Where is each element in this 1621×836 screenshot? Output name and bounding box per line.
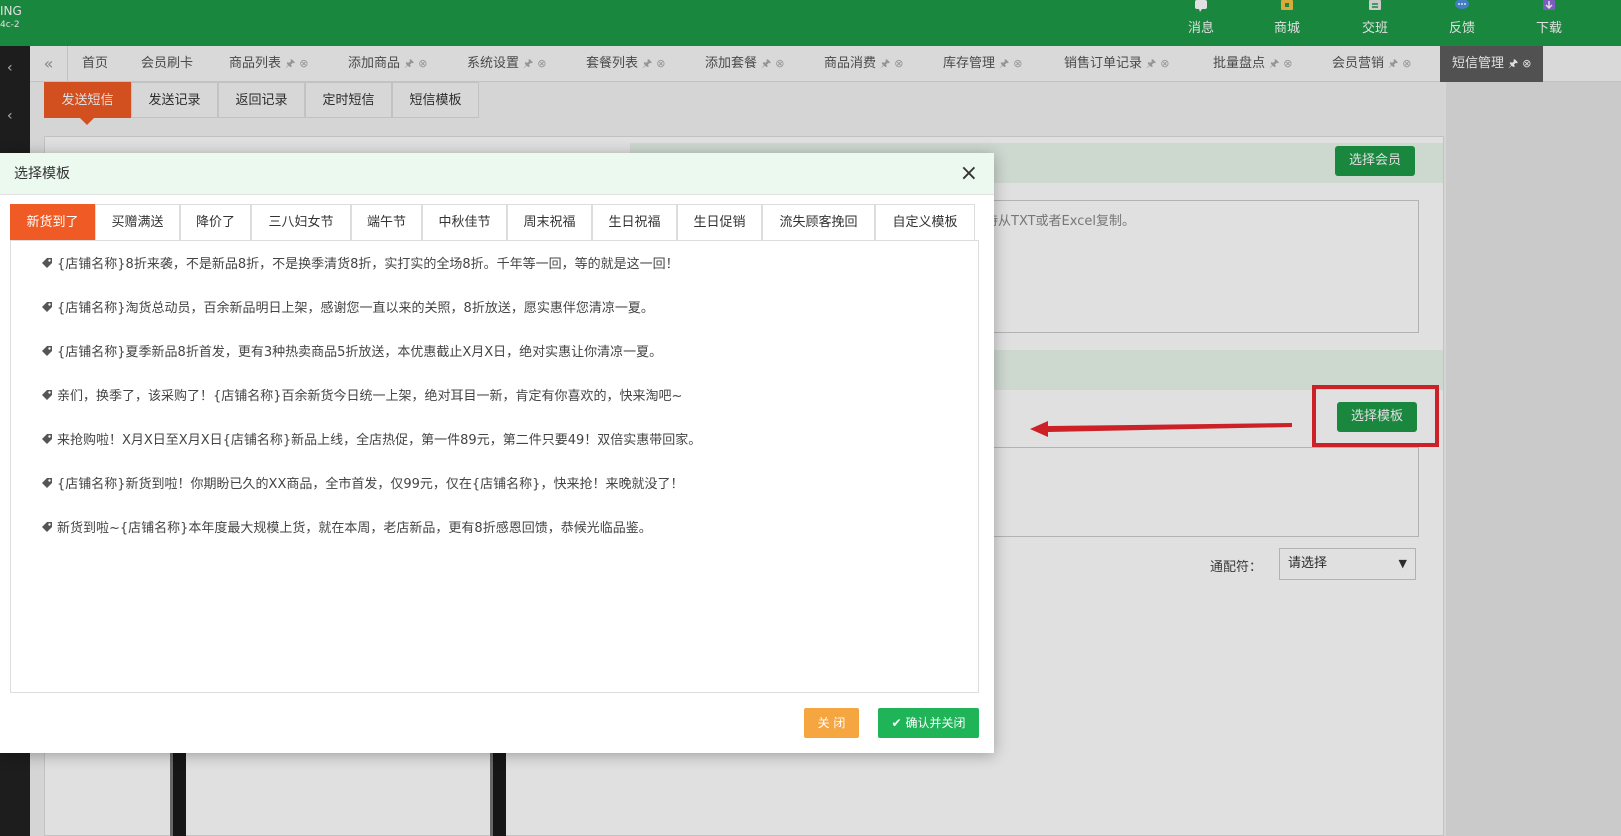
tag-icon xyxy=(42,346,52,356)
template-text: 亲们，换季了，该采购了！{店铺名称}百余新货今日统一上架，绝对耳目一新，肯定有你… xyxy=(57,389,683,404)
tag-icon xyxy=(42,258,52,268)
close-button[interactable]: 关 闭 xyxy=(804,708,859,738)
template-text: {店铺名称}8折来袭，不是新品8折，不是换季清货8折，实打实的全场8折。千年等一… xyxy=(57,257,679,272)
modal-title: 选择模板 xyxy=(14,166,70,182)
close-icon[interactable]: × xyxy=(960,153,978,195)
list-item[interactable]: {店铺名称}淘货总动员，百余新品明日上架，感谢您一直以来的关照，8折放送，愿实惠… xyxy=(41,297,654,316)
tab-birthday-wishes[interactable]: 生日祝福 xyxy=(592,204,677,241)
modal-header: 选择模板 × xyxy=(0,153,994,195)
list-item[interactable]: 来抢购啦！X月X日至X月X日{店铺名称}新品上线，全店热促，第一件89元，第二件… xyxy=(41,429,701,448)
tag-icon xyxy=(42,522,52,532)
list-item[interactable]: 新货到啦~{店铺名称}本年度最大规模上货，就在本周，老店新品，更有8折感恩回馈，… xyxy=(41,517,652,536)
list-item[interactable]: {店铺名称}新货到啦！你期盼已久的XX商品，全市首发，仅99元，仅在{店铺名称}… xyxy=(41,473,683,492)
tag-icon xyxy=(42,478,52,488)
template-text: 新货到啦~{店铺名称}本年度最大规模上货，就在本周，老店新品，更有8折感恩回馈，… xyxy=(57,521,652,536)
tag-icon xyxy=(42,302,52,312)
tag-icon xyxy=(42,434,52,444)
select-template-modal: 选择模板 × 新货到了 买赠满送 降价了 三八妇女节 端午节 中秋佳节 周末祝福… xyxy=(0,153,994,753)
tab-birthday-promo[interactable]: 生日促销 xyxy=(677,204,762,241)
check-icon: ✔ xyxy=(891,716,902,730)
tab-custom-template[interactable]: 自定义模板 xyxy=(875,204,975,241)
list-item[interactable]: 亲们，换季了，该采购了！{店铺名称}百余新货今日统一上架，绝对耳目一新，肯定有你… xyxy=(41,385,682,404)
tab-dragon-boat[interactable]: 端午节 xyxy=(351,204,422,241)
tab-womens-day[interactable]: 三八妇女节 xyxy=(251,204,351,241)
template-text: 来抢购啦！X月X日至X月X日{店铺名称}新品上线，全店热促，第一件89元，第二件… xyxy=(57,433,702,448)
list-item[interactable]: {店铺名称}8折来袭，不是新品8折，不是换季清货8折，实打实的全场8折。千年等一… xyxy=(41,253,679,272)
confirm-and-close-button[interactable]: ✔ 确认并关闭 xyxy=(878,708,979,738)
tag-icon xyxy=(42,390,52,400)
tab-buy-gift[interactable]: 买赠满送 xyxy=(95,204,180,241)
template-text: {店铺名称}新货到啦！你期盼已久的XX商品，全市首发，仅99元，仅在{店铺名称}… xyxy=(57,477,684,492)
tab-lost-customer[interactable]: 流失顾客挽回 xyxy=(762,204,875,241)
template-text: {店铺名称}淘货总动员，百余新品明日上架，感谢您一直以来的关照，8折放送，愿实惠… xyxy=(57,301,654,316)
template-text: {店铺名称}夏季新品8折首发，更有3种热卖商品5折放送，本优惠截止X月X日，绝对… xyxy=(57,345,663,360)
tab-mid-autumn[interactable]: 中秋佳节 xyxy=(422,204,507,241)
confirm-label: 确认并关闭 xyxy=(905,716,966,730)
tab-weekend-wishes[interactable]: 周末祝福 xyxy=(507,204,592,241)
tab-price-drop[interactable]: 降价了 xyxy=(180,204,251,241)
list-item[interactable]: {店铺名称}夏季新品8折首发，更有3种热卖商品5折放送，本优惠截止X月X日，绝对… xyxy=(41,341,662,360)
template-list: {店铺名称}8折来袭，不是新品8折，不是换季清货8折，实打实的全场8折。千年等一… xyxy=(10,240,979,693)
tab-new-arrivals[interactable]: 新货到了 xyxy=(10,204,95,241)
